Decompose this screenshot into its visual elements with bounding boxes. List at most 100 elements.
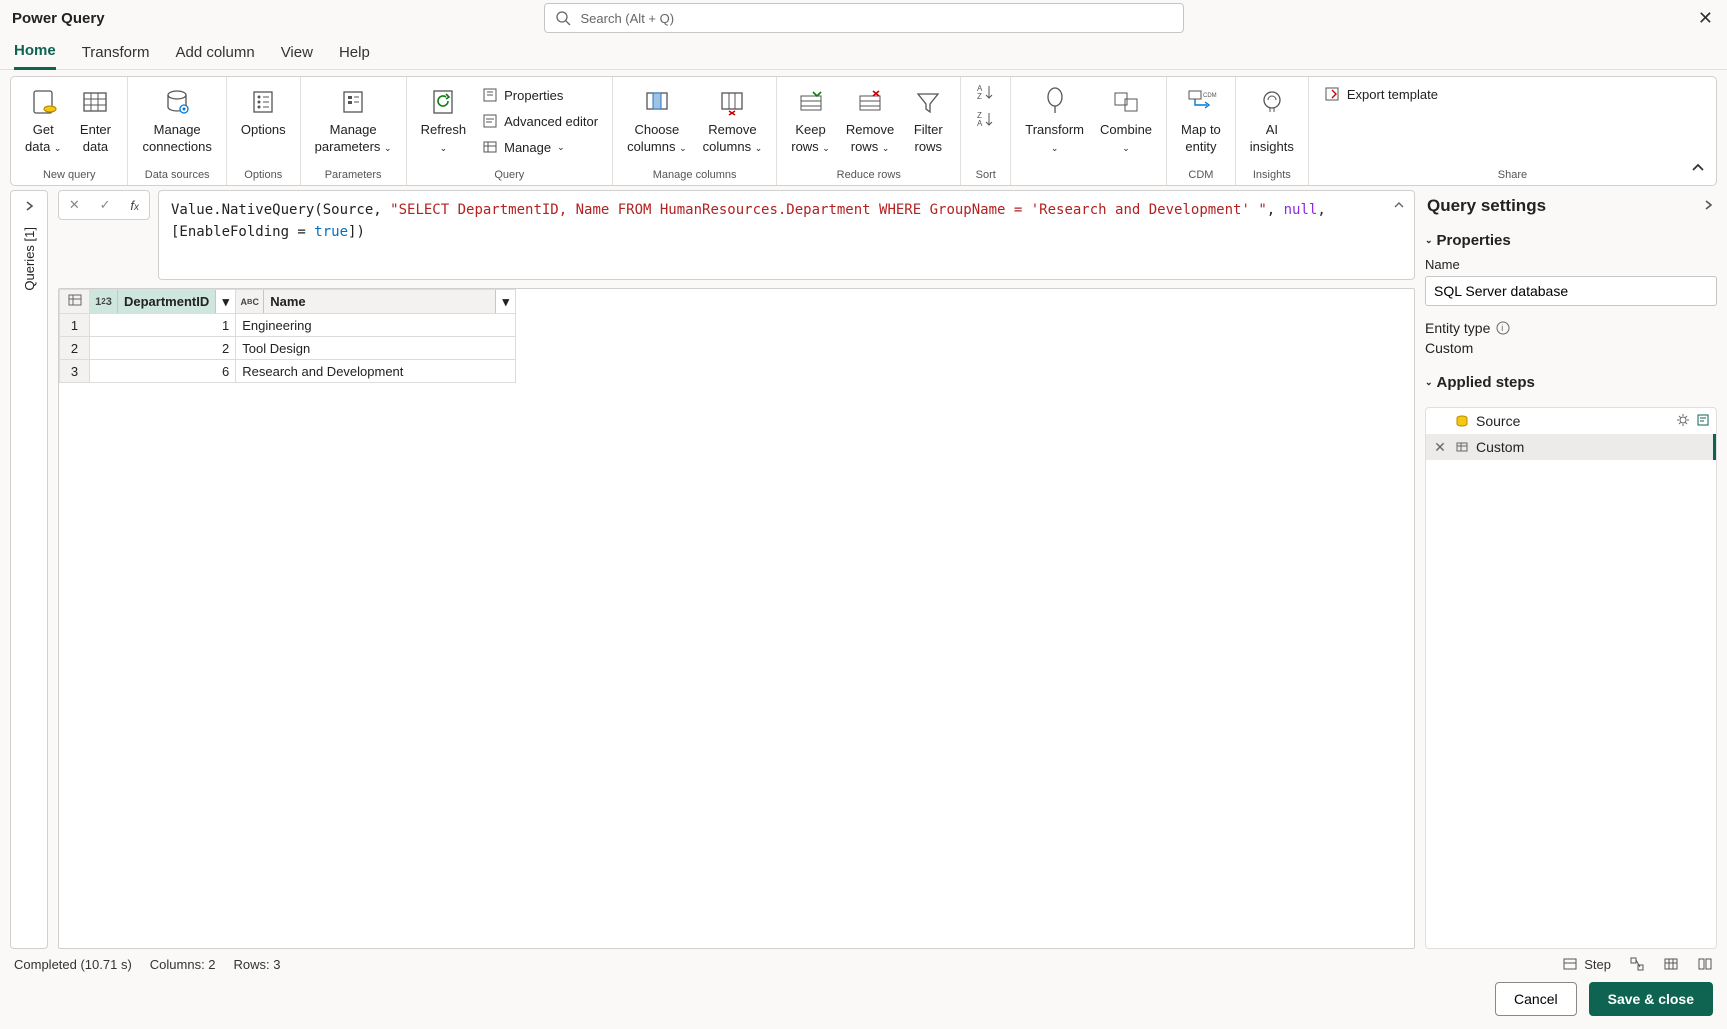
- ai-insights-button[interactable]: AIinsights: [1244, 83, 1300, 157]
- properties-section-header[interactable]: ⌄Properties: [1425, 232, 1717, 249]
- step-source[interactable]: Source: [1426, 408, 1716, 434]
- combine-icon: [1111, 85, 1141, 119]
- transform-label: Transform⌄: [1025, 121, 1084, 157]
- column-name: Name: [264, 294, 495, 309]
- formula-bar[interactable]: Value.NativeQuery(Source, "SELECT Depart…: [158, 190, 1415, 280]
- column-filter-button[interactable]: ▾: [215, 290, 235, 313]
- parameters-icon: [338, 85, 368, 119]
- row-header[interactable]: 2: [60, 337, 90, 360]
- map-to-entity-label: Map toentity: [1181, 121, 1221, 155]
- type-number-icon[interactable]: 123: [90, 290, 118, 313]
- choose-columns-icon: [642, 85, 672, 119]
- formula-toolbar: ✕ ✓ fx: [58, 190, 150, 220]
- properties-button[interactable]: Properties: [476, 83, 604, 107]
- grid-corner[interactable]: [60, 290, 90, 314]
- script-icon[interactable]: [1696, 413, 1710, 430]
- cell-name[interactable]: Engineering: [236, 314, 516, 337]
- ribbon-group-label: Insights: [1244, 169, 1300, 181]
- filter-rows-button[interactable]: Filterrows: [904, 83, 952, 157]
- cell-departmentid[interactable]: 6: [90, 360, 236, 383]
- tab-view[interactable]: View: [281, 44, 313, 69]
- svg-text:CDM: CDM: [1203, 93, 1217, 99]
- cell-departmentid[interactable]: 1: [90, 314, 236, 337]
- cell-departmentid[interactable]: 2: [90, 337, 236, 360]
- cell-name[interactable]: Research and Development: [236, 360, 516, 383]
- sort-desc-icon: ZA: [975, 110, 997, 128]
- ribbon-group-label: New query: [19, 169, 119, 181]
- combine-label: Combine⌄: [1100, 121, 1152, 157]
- get-data-button[interactable]: Getdata ⌄: [19, 83, 67, 159]
- query-name-input[interactable]: [1425, 276, 1717, 306]
- grid-view-button[interactable]: [1663, 956, 1679, 972]
- table-row[interactable]: 1 1 Engineering: [60, 314, 516, 337]
- formula-null: null: [1284, 202, 1318, 218]
- table-row[interactable]: 2 2 Tool Design: [60, 337, 516, 360]
- close-button[interactable]: ✕: [1698, 8, 1713, 29]
- expand-settings-button[interactable]: [1701, 198, 1715, 215]
- step-custom[interactable]: ✕ Custom: [1426, 434, 1716, 460]
- sort-desc-button[interactable]: ZA: [975, 110, 997, 131]
- row-header[interactable]: 1: [60, 314, 90, 337]
- combine-button[interactable]: Combine⌄: [1094, 83, 1158, 159]
- tab-add-column[interactable]: Add column: [175, 44, 254, 69]
- options-label: Options: [241, 121, 286, 138]
- cancel-button[interactable]: Cancel: [1495, 982, 1577, 1016]
- delete-step-button[interactable]: ✕: [1432, 439, 1448, 456]
- step-view-button[interactable]: Step: [1562, 956, 1611, 972]
- cancel-formula-button[interactable]: ✕: [69, 197, 80, 213]
- save-close-button[interactable]: Save & close: [1589, 982, 1713, 1016]
- ai-insights-label: AIinsights: [1250, 121, 1294, 155]
- column-header-name[interactable]: ABC Name ▾: [236, 290, 516, 314]
- app-title: Power Query: [12, 10, 105, 27]
- search-box[interactable]: Search (Alt + Q): [544, 3, 1184, 33]
- cell-name[interactable]: Tool Design: [236, 337, 516, 360]
- choose-columns-button[interactable]: Choosecolumns ⌄: [621, 83, 693, 159]
- map-to-entity-button[interactable]: CDM Map toentity: [1175, 83, 1227, 157]
- manage-connections-button[interactable]: Manageconnections: [136, 83, 217, 157]
- manage-parameters-button[interactable]: Manageparameters ⌄: [309, 83, 398, 159]
- tab-home[interactable]: Home: [14, 42, 56, 70]
- properties-icon: [482, 87, 498, 103]
- transform-button[interactable]: Transform⌄: [1019, 83, 1090, 159]
- keep-rows-button[interactable]: Keeprows ⌄: [785, 83, 836, 159]
- advanced-editor-button[interactable]: Advanced editor: [476, 109, 604, 133]
- refresh-button[interactable]: Refresh⌄: [415, 83, 473, 159]
- options-button[interactable]: Options: [235, 83, 292, 140]
- accept-formula-button[interactable]: ✓: [100, 197, 111, 213]
- column-filter-button[interactable]: ▾: [495, 290, 515, 313]
- tab-transform[interactable]: Transform: [82, 44, 150, 69]
- ribbon-group-new-query: Getdata ⌄ Enterdata New query: [11, 77, 128, 185]
- schema-view-button[interactable]: [1697, 956, 1713, 972]
- export-template-button[interactable]: Export template: [1317, 83, 1444, 105]
- title-bar: Power Query Search (Alt + Q) ✕: [0, 0, 1727, 36]
- properties-label: Properties: [504, 88, 563, 103]
- ribbon-group-sort: AZ ZA Sort: [961, 77, 1011, 185]
- advanced-editor-label: Advanced editor: [504, 114, 598, 129]
- ribbon-group-label: CDM: [1175, 169, 1227, 181]
- ribbon-group-label: Options: [235, 169, 292, 181]
- enter-data-button[interactable]: Enterdata: [71, 83, 119, 157]
- tab-help[interactable]: Help: [339, 44, 370, 69]
- ribbon-group-transform-combine: Transform⌄ Combine⌄: [1011, 77, 1167, 185]
- remove-rows-button[interactable]: Removerows ⌄: [840, 83, 900, 159]
- diagram-view-button[interactable]: [1629, 956, 1645, 972]
- ribbon-group-label: Share: [1317, 169, 1708, 181]
- gear-icon[interactable]: [1676, 413, 1690, 430]
- collapse-ribbon-button[interactable]: [1690, 160, 1706, 179]
- expand-icon[interactable]: [22, 199, 36, 213]
- svg-text:A: A: [977, 119, 983, 128]
- column-name: DepartmentID: [118, 294, 215, 309]
- column-header-departmentid[interactable]: 123 DepartmentID ▾: [90, 290, 236, 314]
- info-icon[interactable]: i: [1496, 321, 1510, 335]
- row-header[interactable]: 3: [60, 360, 90, 383]
- sort-asc-button[interactable]: AZ: [975, 83, 997, 104]
- manage-query-button[interactable]: Manage ⌄: [476, 135, 604, 159]
- collapse-formula-button[interactable]: [1392, 197, 1406, 219]
- applied-steps-header[interactable]: ⌄Applied steps: [1425, 374, 1717, 391]
- remove-columns-button[interactable]: Removecolumns ⌄: [697, 83, 769, 159]
- database-icon: [162, 85, 192, 119]
- table-row[interactable]: 3 6 Research and Development: [60, 360, 516, 383]
- type-text-icon[interactable]: ABC: [236, 290, 264, 313]
- queries-rail[interactable]: Queries [1]: [10, 190, 48, 949]
- ribbon-group-label: Parameters: [309, 169, 398, 181]
